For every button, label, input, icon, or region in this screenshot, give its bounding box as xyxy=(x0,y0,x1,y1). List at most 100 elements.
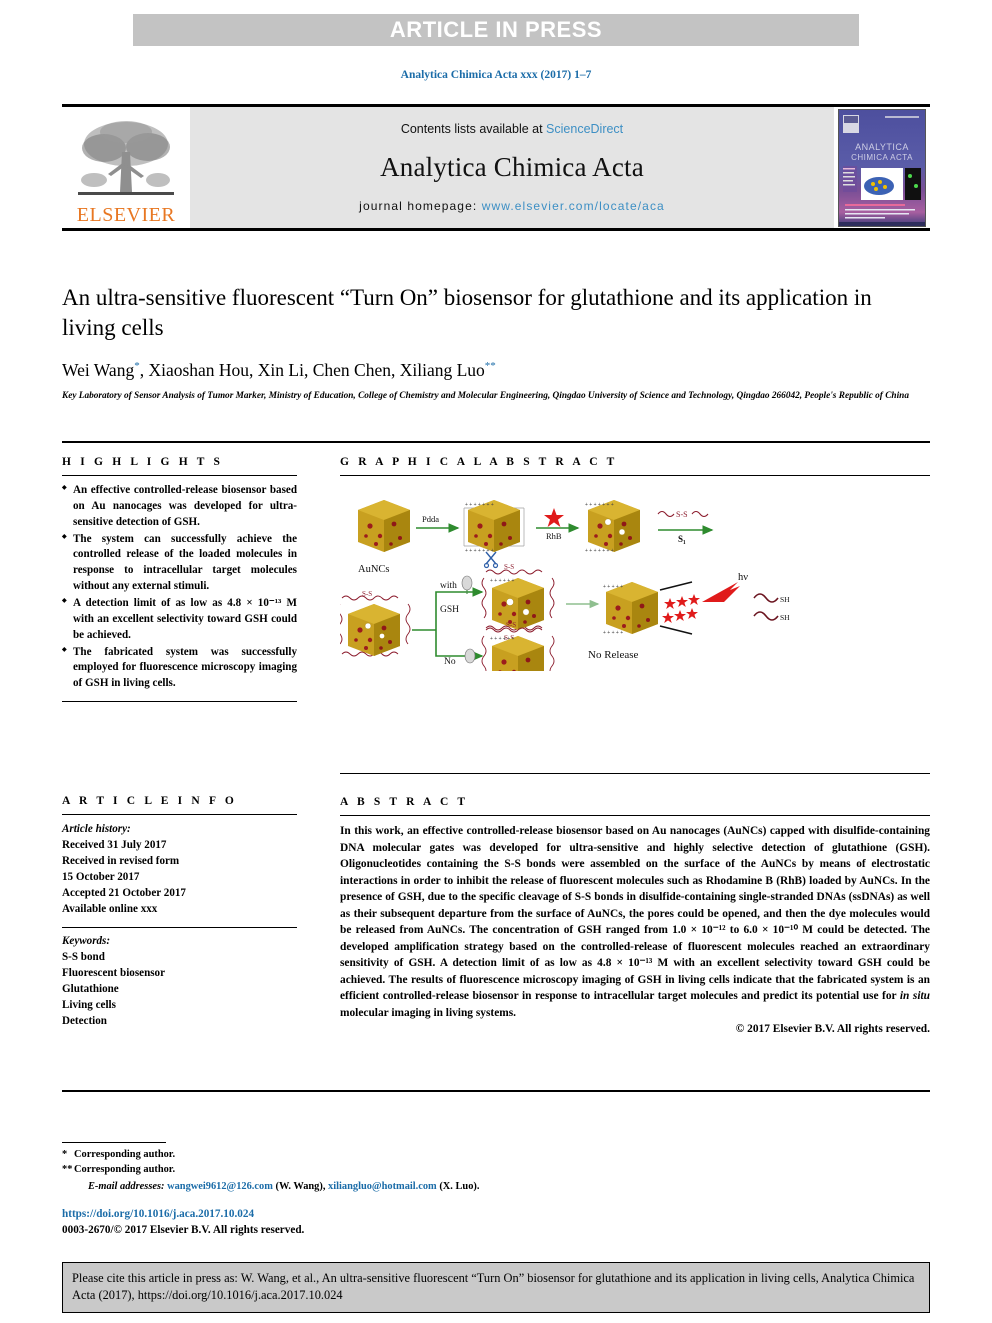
highlights-top-rule xyxy=(62,475,297,476)
page-title: An ultra-sensitive fluorescent “Turn On”… xyxy=(62,285,872,341)
history-line: Received 31 July 2017 xyxy=(62,838,167,851)
article-in-press-banner: ARTICLE IN PRESS xyxy=(133,14,859,46)
homepage-prefix: journal homepage: xyxy=(359,199,482,213)
thiol-chain-1 xyxy=(753,593,779,603)
abstract-paragraph: In this work, an effective controlled-re… xyxy=(340,825,930,1003)
email-link-1[interactable]: wangwei9612@126.com xyxy=(167,1181,273,1192)
abstract-heading: A B S T R A C T xyxy=(340,796,469,808)
ga-label-gsh: GSH xyxy=(440,605,459,615)
ga-label-rhb: RhB xyxy=(546,531,562,541)
aunc-capped-source: S-S xyxy=(337,590,411,657)
gsh-blob-icon-2 xyxy=(464,648,476,664)
released-dye-stars xyxy=(662,594,700,623)
footnote-emails: E-mail addresses: wangwei9612@126.com (W… xyxy=(62,1179,492,1195)
footnote-text-1: Corresponding author. xyxy=(74,1149,176,1160)
keywords-block: Keywords: S-S bond Fluorescent biosensor… xyxy=(62,934,297,1030)
contents-prefix: Contents lists available at xyxy=(400,122,547,136)
footnote-mark-2: ** xyxy=(62,1164,73,1176)
affiliation: Key Laboratory of Sensor Analysis of Tum… xyxy=(62,390,910,401)
graphical-abstract-diagram: AuNCs Pdda + + + + + + + + + + + + + + R… xyxy=(337,500,790,700)
keyword-item: Fluorescent biosensor xyxy=(62,966,166,979)
emission-arrow-icon xyxy=(702,582,740,602)
aunc-loaded-cage: + + + + + + + + + + + + + + xyxy=(585,500,640,554)
svg-text:+ + + + + +: + + + + + + xyxy=(490,578,515,584)
article-history-block: Article history: Received 31 July 2017 R… xyxy=(62,822,297,918)
author-name-1: Wei Wang xyxy=(62,359,135,380)
ss-squiggle-left xyxy=(657,510,675,518)
article-in-press-label: ARTICLE IN PRESS xyxy=(389,17,603,42)
keywords-divider xyxy=(62,926,297,928)
svg-text:+ + + + + + +: + + + + + + + xyxy=(465,502,494,508)
article-info-top-rule xyxy=(62,814,297,815)
keywords-label: Keywords: xyxy=(62,934,111,947)
keyword-item: Detection xyxy=(62,1014,107,1027)
highlights-section: H I G H L I G H T S An effective control… xyxy=(62,456,297,703)
history-line: Accepted 21 October 2017 xyxy=(62,886,186,899)
author-list: Wei Wang*, Xiaoshan Hou, Xin Li, Chen Ch… xyxy=(62,360,930,381)
citation-box: Please cite this article in press as: W.… xyxy=(62,1262,930,1314)
ss-squiggle-right xyxy=(691,510,709,518)
arrow-no-gsh xyxy=(435,630,484,661)
rhb-star-icon xyxy=(544,508,564,527)
abstract-copyright: © 2017 Elsevier B.V. All rights reserved… xyxy=(735,1023,930,1036)
ga-label-with: with xyxy=(440,581,457,591)
graphical-abstract-bottom-rule xyxy=(340,773,930,774)
citation-text: Please cite this article in press as: W.… xyxy=(72,1271,915,1303)
journal-cover-thumbnail: ANALYTICA CHIMICA ACTA xyxy=(838,108,926,227)
footnote-corresponding-1: * Corresponding author. xyxy=(62,1147,492,1162)
footnote-corresponding-2: ** Corresponding author. xyxy=(62,1162,492,1177)
keyword-item: Living cells xyxy=(62,998,116,1011)
author-names-rest: , Xiaoshan Hou, Xin Li, Chen Chen, Xilia… xyxy=(139,359,485,380)
ga-label-sh-2: SH xyxy=(780,613,790,622)
svg-text:+ + + + + + +: + + + + + + + xyxy=(585,502,614,508)
doi-block: https://doi.org/10.1016/j.aca.2017.10.02… xyxy=(62,1206,562,1238)
footnotes-section: * Corresponding author. ** Corresponding a… xyxy=(62,1142,492,1194)
list-item: The system can successfully achieve the … xyxy=(62,532,297,595)
doi-link[interactable]: https://doi.org/10.1016/j.aca.2017.10.02… xyxy=(62,1206,562,1222)
email-owner-1: (W. Wang), xyxy=(275,1180,326,1192)
abstract-text: In this work, an effective controlled-re… xyxy=(340,823,930,1021)
title-bottom-divider xyxy=(62,441,930,443)
email-link-2[interactable]: xiliangluo@hotmail.com xyxy=(328,1181,437,1192)
journal-title: Analytica Chimica Acta xyxy=(380,152,644,182)
abstract-italic-phrase: in situ xyxy=(899,990,930,1003)
aunc-releasing-cage: + + + + + + + + + + xyxy=(603,582,658,636)
journal-reference-line: Analytica Chimica Acta xxx (2017) 1–7 xyxy=(400,69,592,81)
ss-label-norelease-top: S-S xyxy=(506,621,516,629)
ga-label-pdda: Pdda xyxy=(422,514,439,524)
ga-label-hv: hν xyxy=(738,572,748,583)
graphical-abstract-top-rule xyxy=(340,475,930,476)
elsevier-tree-icon xyxy=(78,121,174,195)
masthead-center-panel: Contents lists available at ScienceDirec… xyxy=(190,107,834,228)
history-line: Available online xxx xyxy=(62,902,158,915)
footnote-mark-1: * xyxy=(62,1149,68,1160)
email-addresses-label: E-mail addresses: xyxy=(88,1180,165,1192)
ga-label-ss-top: S-S xyxy=(676,510,688,519)
history-line: Received in revised form xyxy=(62,854,180,867)
release-line-lower xyxy=(659,625,693,635)
abstract-section: A B S T R A C T In this work, an effecti… xyxy=(340,796,930,1035)
elsevier-wordmark: ELSEVIER xyxy=(76,204,176,226)
scissors-icon xyxy=(483,551,499,569)
article-info-heading: A R T I C L E I N F O xyxy=(62,795,237,807)
sciencedirect-link[interactable]: ScienceDirect xyxy=(546,122,623,136)
footnote-rule xyxy=(62,1142,166,1143)
aunc-pdda-coated: + + + + + + + + + + + + + + xyxy=(463,500,525,554)
svg-text:CHIMICA ACTA: CHIMICA ACTA xyxy=(851,153,913,162)
highlights-list: An effective controlled-release biosenso… xyxy=(62,483,297,692)
ss-label-top-left: S-S xyxy=(362,590,372,598)
article-info-section: A R T I C L E I N F O Article history: R… xyxy=(62,795,297,1030)
content-bottom-divider xyxy=(62,1090,930,1092)
svg-text:ANALYTICA: ANALYTICA xyxy=(855,142,909,152)
ga-label-no: No xyxy=(444,657,456,667)
journal-masthead: ELSEVIER Contents lists available at Sci… xyxy=(62,104,930,231)
graphical-abstract-figure: AuNCs Pdda + + + + + + + + + + + + + + R… xyxy=(337,486,930,700)
ss-label-open-top: S-S xyxy=(504,563,514,571)
keyword-item: S-S bond xyxy=(62,950,105,963)
ga-label-aunc: AuNCs xyxy=(358,564,390,575)
aunc-plain-cage xyxy=(358,500,410,552)
highlights-bottom-rule xyxy=(62,701,297,703)
journal-homepage-link[interactable]: www.elsevier.com/locate/aca xyxy=(482,199,665,213)
contents-list-line: Contents lists available at ScienceDirec… xyxy=(401,122,623,136)
corresponding-mark-2: ** xyxy=(484,359,496,372)
